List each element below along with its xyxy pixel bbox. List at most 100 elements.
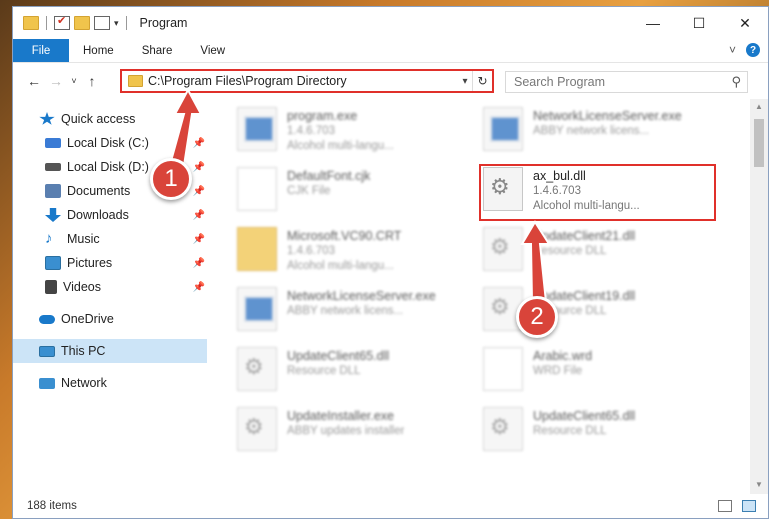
file-list: program.exe 1.4.6.703 Alcohol multi-lang… <box>207 99 750 494</box>
file-description: ABBY network licens... <box>287 305 404 317</box>
star-icon <box>39 112 55 125</box>
forward-button[interactable]: → <box>45 73 67 89</box>
pin-icon[interactable]: 📌 <box>193 138 205 149</box>
sidebar-item-pictures[interactable]: Pictures 📌 <box>13 251 207 275</box>
installer-file-icon <box>237 407 277 451</box>
computer-icon <box>39 345 55 357</box>
cloud-icon <box>39 314 55 324</box>
scrollbar-thumb[interactable] <box>754 119 764 167</box>
file-item[interactable]: NetworkLicenseServer.exe ABBY network li… <box>237 283 477 341</box>
details-view-icon[interactable] <box>718 500 732 512</box>
step-badge-1: 1 <box>150 158 192 200</box>
properties-icon[interactable] <box>94 16 110 30</box>
step-badge-2: 2 <box>516 296 558 338</box>
sidebar-item-network[interactable]: Network <box>13 371 207 395</box>
title-bar: ▾ Program — ☐ ✕ <box>13 7 768 39</box>
tab-file[interactable]: File <box>13 39 69 62</box>
drive-icon <box>45 163 61 171</box>
pin-icon[interactable]: 📌 <box>193 210 205 221</box>
file-item[interactable]: NetworkLicenseServer.exe ABBY network li… <box>483 103 723 161</box>
file-type: Resource DLL <box>533 245 607 257</box>
file-description: ABBY network licens... <box>533 125 650 137</box>
properties-check-icon[interactable] <box>54 14 70 30</box>
exe-file-icon <box>237 107 277 151</box>
tab-share[interactable]: Share <box>128 39 187 62</box>
refresh-icon[interactable]: ↻ <box>472 71 492 91</box>
exe-file-icon <box>237 287 277 331</box>
navigation-bar: ← → ˅ ↑ C:\Program Files\Program Directo… <box>13 63 768 99</box>
chevron-down-icon[interactable]: ▾ <box>114 18 119 29</box>
downloads-icon <box>45 208 61 222</box>
quick-access-toolbar: ▾ <box>13 14 130 30</box>
document-file-icon <box>237 167 277 211</box>
sidebar-item-label: Downloads <box>67 208 129 222</box>
tiles-view-icon[interactable] <box>742 500 756 512</box>
file-version: 1.4.6.703 <box>287 245 335 257</box>
tab-home[interactable]: Home <box>69 39 128 62</box>
file-item[interactable]: Arabic.wrd WRD File <box>483 343 723 401</box>
help-icon[interactable]: ? <box>746 43 760 57</box>
address-bar[interactable]: C:\Program Files\Program Directory ▾ ↻ <box>120 69 494 93</box>
file-item[interactable]: UpdateInstaller.exe ABBY updates install… <box>237 403 477 461</box>
maximize-button[interactable]: ☐ <box>676 7 722 39</box>
back-button[interactable]: ← <box>23 73 45 89</box>
folder-icon <box>128 75 143 87</box>
file-description: ABBY updates installer <box>287 425 405 437</box>
pin-icon[interactable]: 📌 <box>193 234 205 245</box>
file-type: CJK File <box>287 185 331 197</box>
file-name: NetworkLicenseServer.exe <box>287 289 436 303</box>
dll-file-icon <box>483 227 523 271</box>
file-item[interactable]: DefaultFont.cjk CJK File <box>237 163 477 221</box>
sidebar-item-music[interactable]: ♪ Music 📌 <box>13 227 207 251</box>
file-item[interactable]: Microsoft.VC90.CRT 1.4.6.703 Alcohol mul… <box>237 223 477 281</box>
sidebar-item-downloads[interactable]: Downloads 📌 <box>13 203 207 227</box>
file-item[interactable]: UpdateClient65.dll Resource DLL <box>483 403 723 461</box>
status-bar: 188 items <box>13 494 768 518</box>
window-title: Program <box>139 16 188 30</box>
search-icon[interactable]: ⚲ <box>731 74 741 90</box>
up-button[interactable]: ↑ <box>81 73 103 89</box>
documents-icon <box>45 184 61 198</box>
expand-ribbon-icon[interactable]: ˅ <box>729 43 736 57</box>
window-controls: — ☐ ✕ <box>630 7 768 39</box>
sidebar-item-onedrive[interactable]: OneDrive <box>13 307 207 331</box>
search-input[interactable]: Search Program ⚲ <box>505 71 748 93</box>
sidebar-item-label: Music <box>67 232 100 246</box>
pin-icon[interactable]: 📌 <box>193 258 205 269</box>
file-version: 1.4.6.703 <box>287 125 335 137</box>
scroll-down-icon[interactable]: ▼ <box>750 478 768 494</box>
sidebar-item-label: Quick access <box>61 112 136 126</box>
file-item[interactable]: program.exe 1.4.6.703 Alcohol multi-lang… <box>237 103 477 161</box>
pin-icon[interactable]: 📌 <box>193 282 205 293</box>
new-folder-icon[interactable] <box>74 16 90 30</box>
vertical-scrollbar[interactable]: ▲ ▼ <box>750 99 768 494</box>
item-count: 188 items <box>27 500 77 512</box>
pin-icon[interactable]: 📌 <box>193 186 205 197</box>
file-item[interactable]: UpdateClient21.dll Resource DLL <box>483 223 723 281</box>
address-path[interactable]: C:\Program Files\Program Directory <box>148 74 458 88</box>
file-name: program.exe <box>287 109 358 123</box>
sidebar-item-label: Local Disk (C:) <box>67 136 149 150</box>
dll-file-icon <box>483 407 523 451</box>
sidebar-item-local-disk-c[interactable]: Local Disk (C:) 📌 <box>13 131 207 155</box>
pin-icon[interactable]: 📌 <box>193 162 205 173</box>
minimize-button[interactable]: — <box>630 7 676 39</box>
file-item[interactable]: UpdateClient65.dll Resource DLL <box>237 343 477 401</box>
file-type: WRD File <box>533 365 583 377</box>
close-button[interactable]: ✕ <box>722 7 768 39</box>
tab-view[interactable]: View <box>186 39 239 62</box>
sidebar-item-label: This PC <box>61 344 106 358</box>
file-name: NetworkLicenseServer.exe <box>533 109 682 123</box>
recent-locations-button[interactable]: ˅ <box>67 76 81 86</box>
sidebar-item-videos[interactable]: Videos 📌 <box>13 275 207 299</box>
drive-icon <box>45 138 61 148</box>
sidebar-item-label: Videos <box>63 280 101 294</box>
sidebar-item-this-pc[interactable]: This PC <box>13 339 207 363</box>
file-description: Alcohol multi-langu... <box>287 140 394 152</box>
network-icon <box>39 377 55 389</box>
chevron-down-icon[interactable]: ▾ <box>458 76 472 87</box>
dll-file-icon <box>237 347 277 391</box>
scroll-up-icon[interactable]: ▲ <box>750 99 768 115</box>
file-name: UpdateClient21.dll <box>533 229 636 243</box>
sidebar-item-quick-access[interactable]: Quick access <box>13 107 207 131</box>
